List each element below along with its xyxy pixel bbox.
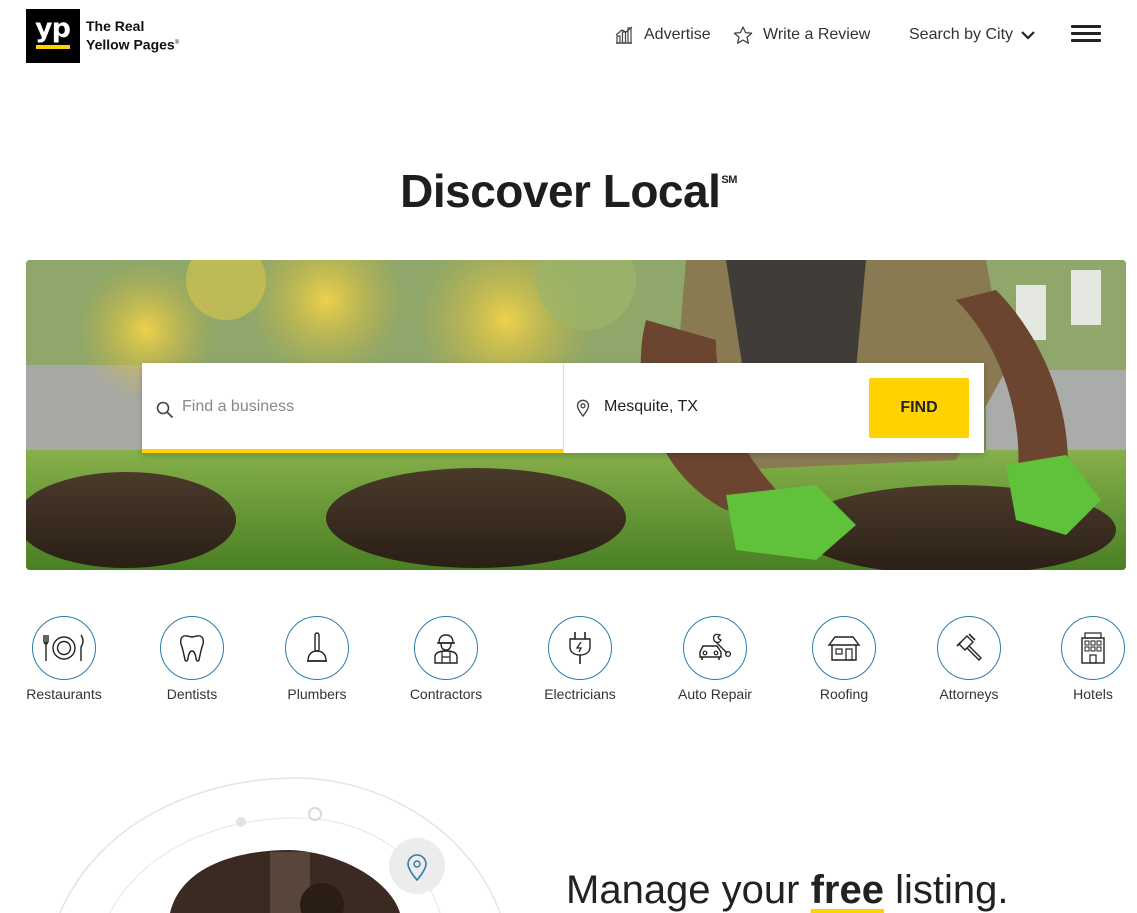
- house-icon: [827, 636, 861, 661]
- promo-heading-post: listing.: [895, 868, 1009, 912]
- category-dentists[interactable]: Dentists: [142, 616, 242, 702]
- category-restaurants[interactable]: Restaurants: [14, 616, 114, 702]
- category-circle: [683, 616, 747, 680]
- category-label: Dentists: [166, 686, 218, 702]
- category-label: Attorneys: [939, 686, 999, 702]
- menu-line: [1071, 25, 1101, 28]
- search-bar: FIND: [142, 363, 984, 453]
- find-button[interactable]: FIND: [869, 378, 969, 438]
- category-auto-repair[interactable]: Auto Repair: [665, 616, 765, 702]
- hero-title-text: Discover Local: [400, 165, 721, 217]
- promo-illustration: [59, 777, 501, 913]
- category-label: Contractors: [409, 686, 483, 702]
- category-attorneys[interactable]: Attorneys: [919, 616, 1019, 702]
- category-roofing[interactable]: Roofing: [794, 616, 894, 702]
- car-wrench-icon: [699, 633, 732, 660]
- logo-line-2: Yellow Pages®: [86, 35, 179, 54]
- category-electricians[interactable]: Electricians: [530, 616, 630, 702]
- logo-line-2-text: Yellow Pages: [86, 36, 175, 53]
- tooth-icon: [179, 635, 205, 662]
- site-header: yp The Real Yellow Pages® Advertise Writ…: [0, 0, 1137, 72]
- search-what-field: [142, 363, 563, 453]
- registered-mark: ®: [174, 40, 180, 47]
- menu-line: [1071, 32, 1101, 35]
- category-label: Restaurants: [26, 686, 102, 702]
- chart-icon: [615, 26, 633, 44]
- category-circle: [414, 616, 478, 680]
- nav-advertise[interactable]: Advertise: [614, 22, 711, 48]
- category-label: Plumbers: [287, 686, 347, 702]
- logo-text: The Real Yellow Pages®: [86, 18, 179, 54]
- yp-logo[interactable]: yp The Real Yellow Pages®: [26, 9, 179, 63]
- promo-section: Manage your free listing.: [0, 760, 1137, 913]
- category-circle: [1061, 616, 1125, 680]
- logo-underline: [36, 45, 70, 49]
- logo-mark-text: yp: [35, 13, 71, 44]
- nav-write-review[interactable]: Write a Review: [733, 22, 870, 48]
- category-contractors[interactable]: Contractors: [396, 616, 496, 702]
- nav-write-review-label: Write a Review: [763, 26, 871, 43]
- nav-advertise-label: Advertise: [644, 26, 711, 43]
- category-circle: [937, 616, 1001, 680]
- location-input[interactable]: [604, 396, 854, 418]
- plug-icon: [569, 632, 591, 664]
- logo-line-1: The Real: [86, 18, 145, 35]
- hotel-icon: [1081, 632, 1105, 664]
- plunger-icon: [307, 632, 327, 662]
- category-circle: [285, 616, 349, 680]
- promo-heading-bold: free: [810, 868, 884, 912]
- category-plumbers[interactable]: Plumbers: [267, 616, 367, 702]
- gavel-icon: [956, 633, 982, 661]
- promo-heading-pre: Manage your: [566, 868, 800, 912]
- category-circle: [548, 616, 612, 680]
- category-label: Electricians: [544, 686, 616, 702]
- category-circle: [160, 616, 224, 680]
- category-label: Auto Repair: [678, 686, 752, 702]
- category-label: Hotels: [1073, 686, 1113, 702]
- worker-icon: [434, 634, 458, 664]
- search-input[interactable]: [182, 396, 542, 418]
- category-circle: [812, 616, 876, 680]
- search-where-field: [563, 363, 869, 453]
- menu-line: [1071, 39, 1101, 42]
- category-label: Roofing: [819, 686, 869, 702]
- category-hotels[interactable]: Hotels: [1043, 616, 1137, 702]
- nav-search-by-city-label: Search by City: [909, 26, 1014, 43]
- nav-search-by-city[interactable]: Search by City: [909, 22, 1035, 48]
- yp-logo-mark: yp: [26, 9, 80, 63]
- location-pin-icon: [576, 399, 590, 417]
- search-icon: [156, 401, 174, 419]
- menu-icon[interactable]: [1071, 25, 1101, 45]
- category-circle: [32, 616, 96, 680]
- chevron-down-icon: [1021, 31, 1035, 40]
- star-icon: [733, 25, 753, 44]
- promo-heading: Manage your free listing.: [566, 868, 1009, 913]
- hero-title: Discover LocalSM: [0, 164, 1137, 218]
- restaurant-icon: [43, 634, 84, 661]
- service-mark: SM: [721, 174, 737, 186]
